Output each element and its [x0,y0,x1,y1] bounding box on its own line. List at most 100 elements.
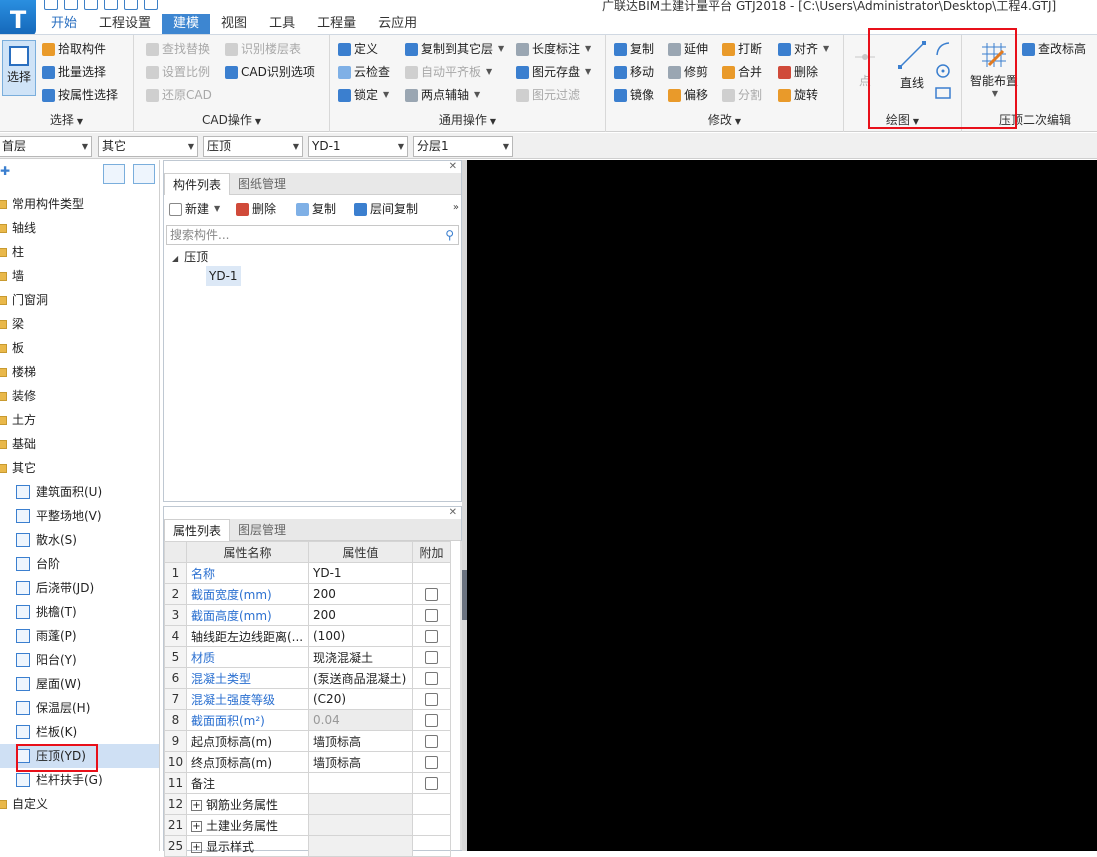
align-button[interactable]: 对齐 ▼ [778,39,829,59]
break-button[interactable]: 打断 [722,39,762,59]
new-file-icon[interactable] [64,0,78,10]
nav-folder[interactable]: 板 [0,336,159,360]
identify-floor-table-button[interactable]: 识别楼层表 [225,39,301,59]
nav-folder[interactable]: 轴线 [0,216,159,240]
property-row[interactable]: 5 材质 现浇混凝土 [164,646,451,668]
extra-checkbox[interactable] [425,735,438,748]
property-value[interactable]: 200 [308,604,413,626]
tab-property-list[interactable]: 属性列表 [164,519,231,541]
ribbon-group-label-cad[interactable]: CAD操作 ▼ [134,111,329,128]
auto-flat-slab-button[interactable]: 自动平齐板 ▼ [405,62,492,82]
property-value[interactable] [308,772,413,794]
nav-item[interactable]: 台阶 [0,552,159,576]
extra-checkbox[interactable] [425,714,438,727]
nav-folder[interactable]: 常用构件类型 [0,192,159,216]
nav-item[interactable]: 保温层(H) [0,696,159,720]
cad-recognition-options-button[interactable]: CAD识别选项 [225,62,315,82]
property-row[interactable]: 9 起点顶标高(m) 墙顶标高 [164,730,451,752]
nav-folder[interactable]: 自定义 [0,792,159,816]
mirror-button[interactable]: 镜像 [614,85,654,105]
ribbon-group-label-common[interactable]: 通用操作 ▼ [330,111,605,128]
property-value[interactable]: YD-1 [308,562,413,584]
property-row[interactable]: 8 截面面积(m²) 0.04 [164,709,451,731]
nav-item[interactable]: 挑檐(T) [0,600,159,624]
batch-select-button[interactable]: 批量选择 [42,62,106,82]
nav-item[interactable]: 散水(S) [0,528,159,552]
extra-checkbox[interactable] [425,756,438,769]
nav-folder[interactable]: 墙 [0,264,159,288]
extra-checkbox[interactable] [425,588,438,601]
cloud-check-button[interactable]: 云检查 [338,62,390,82]
property-group-name[interactable]: + 土建业务属性 [186,814,309,836]
pick-component-button[interactable]: 拾取构件 [42,39,106,59]
tab-cloud-apps[interactable]: 云应用 [367,14,428,34]
property-row[interactable]: 6 混凝土类型 (泵送商品混凝土) [164,667,451,689]
edit-icon[interactable] [84,0,98,10]
tab-layer-management[interactable]: 图层管理 [230,519,294,541]
close-icon[interactable]: ✕ [449,161,457,172]
two-point-aux-axis-button[interactable]: 两点辅轴 ▼ [405,85,480,105]
property-group-name[interactable]: + 显示样式 [186,835,309,857]
extend-button[interactable]: 延伸 [668,39,708,59]
property-row[interactable]: 1 名称 YD-1 [164,562,451,584]
property-row[interactable]: 3 截面高度(mm) 200 [164,604,451,626]
tab-start[interactable]: 开始 [40,14,88,34]
copy-component-button[interactable]: 复制 [296,199,336,219]
tab-view[interactable]: 视图 [210,14,258,34]
ribbon-group-label-modify[interactable]: 修改 ▼ [606,111,843,128]
collapse-triangle-icon[interactable]: ◢ [172,254,178,263]
extra-checkbox[interactable] [425,651,438,664]
nav-folder[interactable]: 梁 [0,312,159,336]
copy-to-other-floor-button[interactable]: 复制到其它层 ▼ [405,39,504,59]
expand-plus-icon[interactable]: + [191,820,202,832]
nav-folder[interactable]: 土方 [0,408,159,432]
nav-folder[interactable]: 基础 [0,432,159,456]
delete-button[interactable]: 删除 [778,62,818,82]
property-value[interactable]: 200 [308,583,413,605]
rotate-button[interactable]: 旋转 [778,85,818,105]
property-row[interactable]: 4 轴线距左边线距离(... (100) [164,625,451,647]
extra-checkbox[interactable] [425,672,438,685]
property-value[interactable]: 墙顶标高 [308,751,413,773]
lock-button[interactable]: 锁定 ▼ [338,85,389,105]
floor-copy-button[interactable]: 层间复制 [354,199,418,219]
expand-plus-icon[interactable]: + [191,799,202,811]
define-button[interactable]: 定义 [338,39,378,59]
property-value[interactable]: (泵送商品混凝土) [308,667,413,689]
nav-folder[interactable]: 楼梯 [0,360,159,384]
nav-folder[interactable]: 柱 [0,240,159,264]
list-view-icon[interactable] [103,164,125,184]
save-icon[interactable] [44,0,58,10]
split-button[interactable]: 分割 [722,85,762,105]
extra-checkbox[interactable] [425,693,438,706]
undo-icon[interactable] [104,0,118,10]
restore-cad-button[interactable]: 还原CAD [146,85,212,105]
tab-modeling[interactable]: 建模 [162,14,211,34]
property-group-row[interactable]: 12 + 钢筋业务属性 [164,793,451,815]
extra-checkbox[interactable] [425,609,438,622]
sublayer-dropdown[interactable]: 分层1 ▼ [413,136,513,157]
length-mark-button[interactable]: 长度标注 ▼ [516,39,591,59]
nav-item[interactable]: 后浇带(JD) [0,576,159,600]
property-value[interactable]: 墙顶标高 [308,730,413,752]
find-replace-button[interactable]: 查找替换 [146,39,210,59]
tab-drawing-management[interactable]: 图纸管理 [230,173,294,195]
category-dropdown[interactable]: 其它 ▼ [98,136,198,157]
merge-button[interactable]: 合并 [722,62,762,82]
property-value[interactable]: 0.04 [308,709,413,731]
drawing-canvas[interactable] [467,160,1097,851]
tree-node-coping[interactable]: ◢ 压顶 [172,247,208,267]
redo-icon[interactable] [124,0,138,10]
new-component-button[interactable]: 新建 ▼ [169,199,220,219]
component-type-dropdown[interactable]: 压顶 ▼ [203,136,303,157]
property-group-name[interactable]: + 钢筋业务属性 [186,793,309,815]
check-elevation-button[interactable]: 查改标高 [1022,39,1086,59]
pin-icon[interactable]: ✚ [0,164,10,178]
property-group-row[interactable]: 21 + 土建业务属性 [164,814,451,836]
property-row[interactable]: 11 备注 [164,772,451,794]
tree-node-yd1[interactable]: YD-1 [206,266,241,286]
extra-checkbox[interactable] [425,777,438,790]
more-icon[interactable]: » [453,202,459,213]
tab-component-list[interactable]: 构件列表 [164,173,231,195]
property-value[interactable]: (100) [308,625,413,647]
